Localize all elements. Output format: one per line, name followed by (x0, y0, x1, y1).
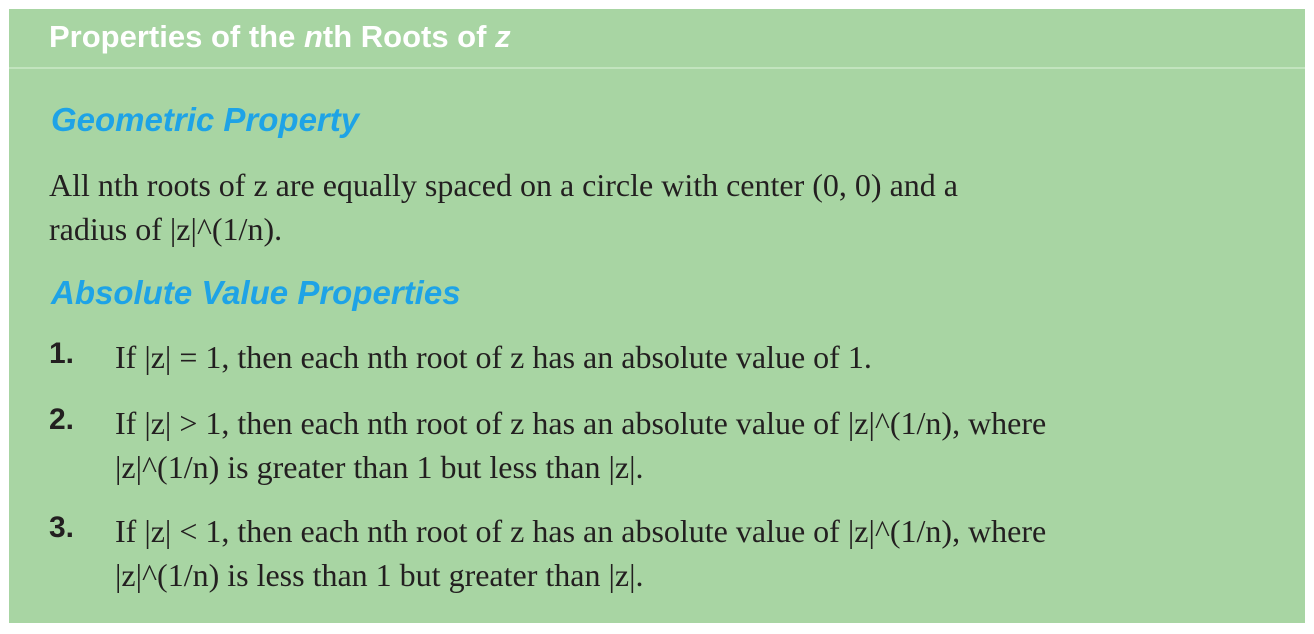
geometric-description: All nth roots of z are equally spaced on… (49, 163, 958, 251)
geometric-heading: Geometric Property (51, 101, 360, 138)
title-prefix: Properties of the (49, 19, 304, 54)
absolute-heading: Absolute Value Properties (51, 274, 461, 311)
properties-box: Properties of the nth Roots of z Geometr… (9, 9, 1305, 623)
box-header: Properties of the nth Roots of z (9, 9, 1305, 69)
title-z: z (495, 19, 511, 54)
item-text: If |z| < 1, then each nth root of z has … (115, 509, 1046, 597)
geometric-line-2: radius of |z|^(1/n). (49, 211, 283, 247)
item-line-1: If |z| > 1, then each nth root of z has … (115, 405, 1047, 441)
item-line-1: If |z| = 1, then each nth root of z has … (115, 339, 872, 375)
geometric-line-1: All nth roots of z are equally spaced on… (49, 167, 958, 203)
item-text: If |z| > 1, then each nth root of z has … (115, 401, 1046, 489)
box-title: Properties of the nth Roots of z (49, 19, 511, 55)
item-line-2: |z|^(1/n) is less than 1 but greater tha… (115, 557, 644, 593)
item-line-2: |z|^(1/n) is greater than 1 but less tha… (115, 449, 644, 485)
title-middle: th Roots of (322, 19, 496, 54)
item-number: 1. (49, 337, 75, 370)
item-text: If |z| = 1, then each nth root of z has … (115, 335, 872, 379)
item-number: 3. (49, 511, 75, 544)
item-line-1: If |z| < 1, then each nth root of z has … (115, 513, 1047, 549)
title-n: n (303, 19, 323, 54)
item-number: 2. (49, 403, 75, 436)
